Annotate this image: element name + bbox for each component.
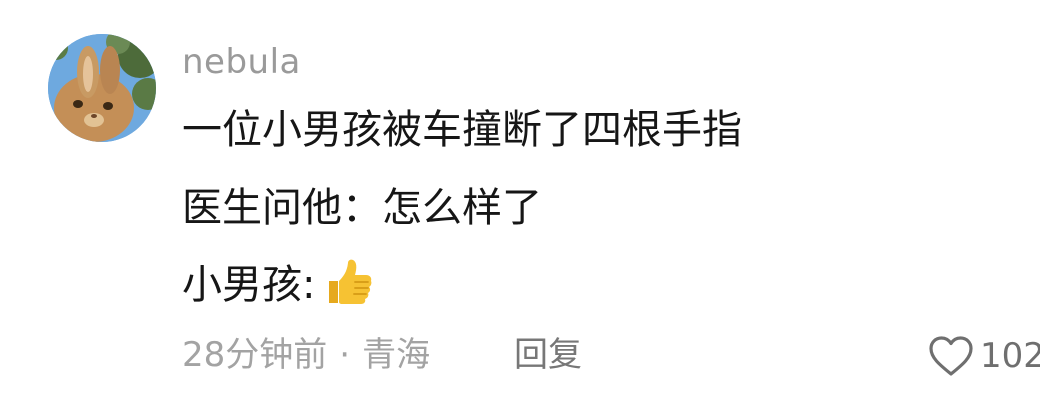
meta-separator: · [339,335,351,375]
comment-location: 青海 [362,335,431,375]
username[interactable]: nebula [182,40,301,84]
comment-meta: 28分钟前 · 青海 [182,332,430,378]
avatar-image [48,34,156,142]
comment-text-line-3-label: 小男孩: [182,262,316,308]
like-button[interactable]: 102 [928,334,1040,378]
comment-item: nebula 一位小男孩被车撞断了四根手指 医生问他：怎么样了 小男孩: 28分… [0,0,1040,416]
comment-time: 28分钟前 [182,335,328,375]
thumbs-up-icon [323,257,375,309]
reply-button[interactable]: 回复 [514,332,582,378]
heart-icon [928,335,974,377]
comment-text-line-2: 医生问他：怎么样了 [182,185,542,231]
avatar[interactable] [48,34,156,142]
like-count: 102 [980,336,1040,376]
comment-text-line-1: 一位小男孩被车撞断了四根手指 [182,107,742,153]
comment-text-line-3: 小男孩: [182,259,375,313]
